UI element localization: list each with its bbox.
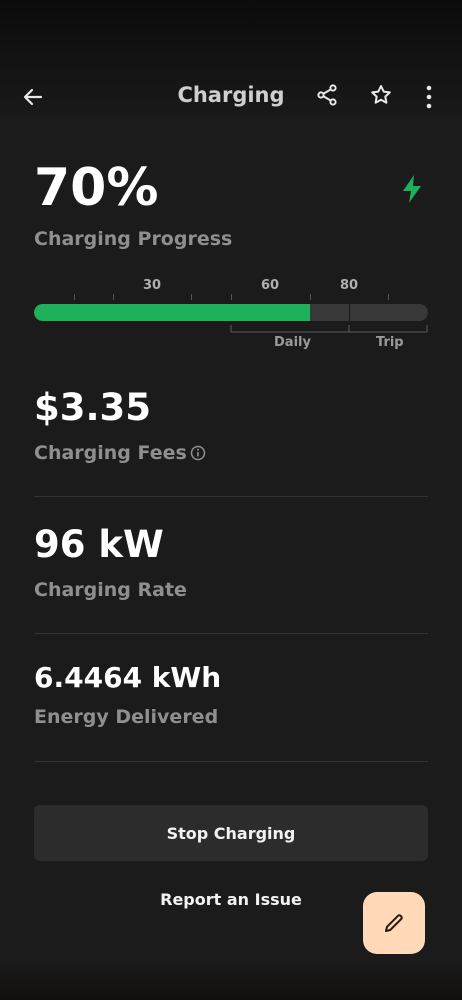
charging-progress-fill [34, 304, 310, 321]
divider [34, 496, 428, 497]
energy-delivered-value: 6.4464 kWh [34, 661, 222, 694]
scale-tick [388, 294, 389, 300]
scale-label-80: 80 [339, 278, 359, 293]
pencil-icon [385, 914, 403, 932]
limit-marker-80 [349, 304, 350, 321]
edit-fab-button[interactable] [363, 892, 425, 954]
more-button[interactable] [416, 82, 442, 112]
charging-fees-label: Charging Fees [34, 442, 187, 464]
lightning-bolt-icon [403, 175, 421, 203]
range-label-daily: Daily [274, 335, 311, 350]
scale-tick [231, 294, 232, 300]
range-bracket [230, 325, 428, 333]
scale-tick [310, 294, 311, 300]
share-icon [317, 84, 337, 106]
stop-charging-button[interactable]: Stop Charging [34, 805, 428, 861]
star-icon [371, 85, 391, 104]
charging-fees-value: $3.35 [34, 386, 152, 429]
energy-delivered-label: Energy Delivered [34, 706, 219, 728]
charging-progress-label: Charging Progress [34, 228, 233, 250]
divider [34, 633, 428, 634]
favorite-button[interactable] [366, 80, 396, 110]
divider [34, 761, 428, 762]
charging-rate-label: Charging Rate [34, 579, 187, 601]
scale-label-60: 60 [260, 278, 280, 293]
more-vertical-icon [426, 85, 432, 109]
scale-label-30: 30 [142, 278, 162, 293]
info-icon [190, 445, 206, 461]
range-label-trip: Trip [376, 335, 404, 350]
charging-status [400, 174, 424, 208]
charging-rate-value: 96 kW [34, 523, 164, 566]
charge-percent: 70% [34, 158, 159, 218]
scale-tick [74, 294, 75, 300]
scale-tick [113, 294, 114, 300]
share-button[interactable] [312, 80, 342, 110]
scale-tick [191, 294, 192, 300]
fees-info-button[interactable] [190, 445, 206, 465]
charging-progress-bar [34, 304, 428, 321]
